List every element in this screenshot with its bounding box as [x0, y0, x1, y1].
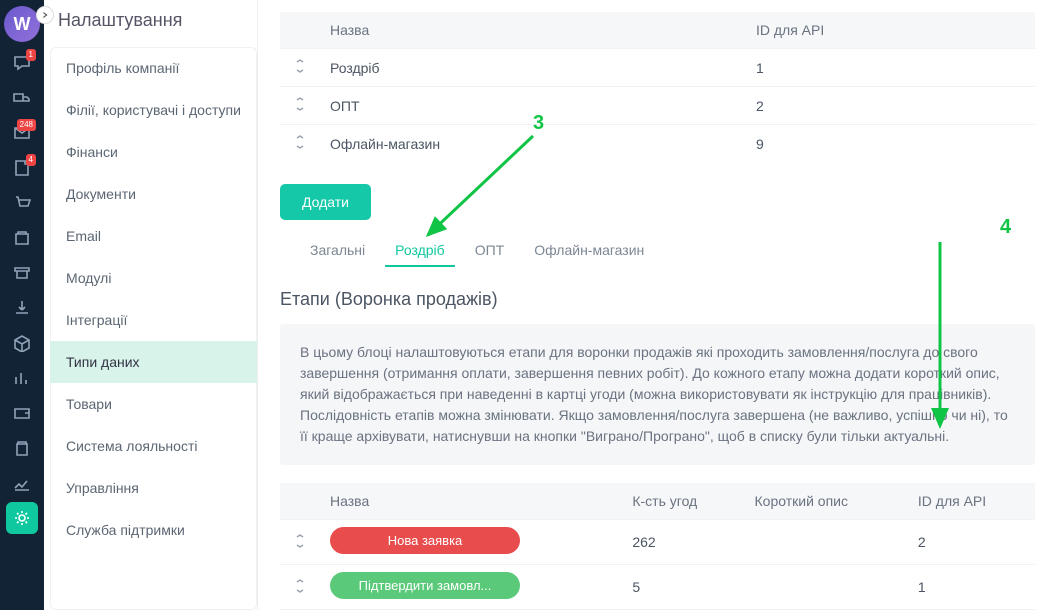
section-title: Етапи (Воронка продажів): [280, 289, 1035, 310]
nav-item[interactable]: Профіль компанії: [50, 47, 257, 89]
expand-rail-button[interactable]: [36, 6, 54, 24]
stage-api-id: 1: [908, 565, 1035, 610]
table-row[interactable]: Нова заявка 262 2: [280, 520, 1035, 565]
stage-pill[interactable]: Нова заявка: [330, 527, 520, 554]
type-api-id: 9: [746, 125, 1035, 163]
nav-item[interactable]: Типи даних: [50, 341, 257, 383]
package-icon[interactable]: [6, 327, 38, 359]
nav-item[interactable]: Модулі: [50, 257, 257, 299]
stage-deals: 5: [622, 565, 744, 610]
app-logo: W: [4, 6, 40, 42]
type-name: Роздріб: [320, 49, 746, 87]
stages-table: Назва К-сть угод Короткий опис ID для AP…: [280, 483, 1035, 610]
stages-header-deals: К-сть угод: [622, 483, 744, 520]
download-icon[interactable]: [6, 292, 38, 324]
settings-icon[interactable]: [6, 502, 38, 534]
info-box: В цьому блоці налаштовуються етапи для в…: [280, 324, 1035, 465]
drag-handle-icon[interactable]: [295, 580, 305, 596]
main-content: Назва ID для API Роздріб1ОПТ2Офлайн-мага…: [258, 0, 1039, 610]
nav-item[interactable]: Система лояльності: [50, 425, 257, 467]
chart-icon[interactable]: [6, 362, 38, 394]
nav-item[interactable]: Служба підтримки: [50, 509, 257, 551]
archive-icon[interactable]: [6, 257, 38, 289]
rail-badge: 1: [26, 49, 36, 61]
stage-api-id: 2: [908, 520, 1035, 565]
stages-header-apiid: ID для API: [908, 483, 1035, 520]
page-title: Налаштування: [44, 0, 257, 41]
rail-badge: 248: [17, 119, 36, 131]
settings-nav: Налаштування Профіль компаніїФілії, кори…: [44, 0, 258, 610]
icon-rail: W 1 248 4: [0, 0, 44, 610]
type-api-id: 1: [746, 49, 1035, 87]
stage-pill[interactable]: Підтвердити замовл...: [330, 572, 520, 599]
wallet-icon[interactable]: [6, 397, 38, 429]
nav-item[interactable]: Філії, користувачі і доступи: [50, 89, 257, 131]
stages-header-name: Назва: [320, 483, 622, 520]
drag-handle-icon[interactable]: [295, 60, 305, 76]
tab[interactable]: ОПТ: [473, 234, 507, 266]
stage-deals: 262: [622, 520, 744, 565]
register-icon[interactable]: [6, 222, 38, 254]
rail-badge: 4: [26, 154, 36, 166]
types-table-header-name: Назва: [320, 12, 746, 49]
tab[interactable]: Роздріб: [393, 234, 447, 266]
clipboard-icon[interactable]: [6, 432, 38, 464]
tabs: Загальні Роздріб ОПТ Офлайн-магазин: [280, 234, 1035, 267]
stage-desc: [745, 565, 908, 610]
table-row[interactable]: ОПТ2: [280, 87, 1035, 125]
type-api-id: 2: [746, 87, 1035, 125]
table-row[interactable]: Підтвердити замовл... 5 1: [280, 565, 1035, 610]
tab[interactable]: Загальні: [308, 234, 367, 266]
types-table: Назва ID для API Роздріб1ОПТ2Офлайн-мага…: [280, 12, 1035, 162]
type-name: Офлайн-магазин: [320, 125, 746, 163]
nav-item[interactable]: Управління: [50, 467, 257, 509]
drag-handle-icon[interactable]: [295, 98, 305, 114]
truck-icon[interactable]: [6, 82, 38, 114]
stages-header-desc: Короткий опис: [745, 483, 908, 520]
cart-icon[interactable]: [6, 187, 38, 219]
nav-item[interactable]: Документи: [50, 173, 257, 215]
note-icon[interactable]: 4: [6, 152, 38, 184]
add-button[interactable]: Додати: [280, 184, 371, 220]
type-name: ОПТ: [320, 87, 746, 125]
tab[interactable]: Офлайн-магазин: [532, 234, 646, 266]
drag-handle-icon[interactable]: [295, 535, 305, 551]
chat-icon[interactable]: 1: [6, 47, 38, 79]
stage-desc: [745, 520, 908, 565]
nav-item[interactable]: Інтеграції: [50, 299, 257, 341]
types-table-header-apiid: ID для API: [746, 12, 1035, 49]
table-row[interactable]: Роздріб1: [280, 49, 1035, 87]
drag-handle-icon[interactable]: [295, 136, 305, 152]
graph-icon[interactable]: [6, 467, 38, 499]
mail-icon[interactable]: 248: [6, 117, 38, 149]
nav-item[interactable]: Товари: [50, 383, 257, 425]
nav-item[interactable]: Фінанси: [50, 131, 257, 173]
table-row[interactable]: Офлайн-магазин9: [280, 125, 1035, 163]
nav-item[interactable]: Email: [50, 215, 257, 257]
